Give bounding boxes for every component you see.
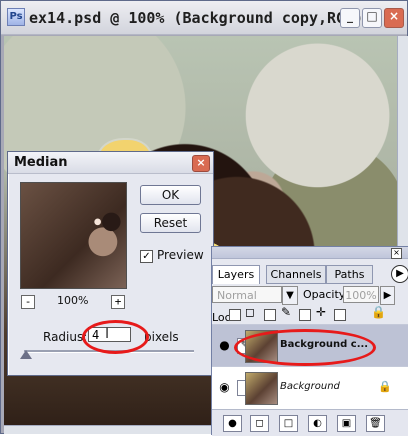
zoom-in-button[interactable]: + xyxy=(111,295,125,309)
tab-paths[interactable]: Paths xyxy=(326,265,373,284)
panel-menu-button[interactable]: ▶ xyxy=(391,265,408,283)
median-titlebar[interactable]: Median × xyxy=(8,152,213,174)
opacity-label: Opacity: xyxy=(303,288,349,301)
adjustment-layer-button[interactable]: ◐ xyxy=(308,415,327,432)
lock-image-checkbox[interactable] xyxy=(264,309,276,321)
zoom-level: 100% xyxy=(57,294,89,307)
lock-all-checkbox[interactable] xyxy=(334,309,346,321)
new-layer-button[interactable]: ▣ xyxy=(337,415,356,432)
radius-slider-thumb[interactable] xyxy=(20,350,32,359)
radius-highlight-circle xyxy=(82,320,149,354)
add-mask-button[interactable]: ◻ xyxy=(250,415,269,432)
minimize-button[interactable]: _ xyxy=(340,8,360,28)
median-close-button[interactable]: × xyxy=(192,155,210,172)
fill-adjustment-button[interactable]: ● xyxy=(223,415,242,432)
move-lock-icon: ✛ xyxy=(316,305,327,319)
blend-mode-select[interactable]: Normal xyxy=(212,286,282,303)
layers-header-strip: × xyxy=(212,247,408,259)
preview-checkbox[interactable]: ✓ xyxy=(140,250,153,263)
reset-button[interactable]: Reset xyxy=(140,213,201,233)
layer-row[interactable]: ● ✎ Background c... xyxy=(212,324,408,367)
ok-button[interactable]: OK xyxy=(140,185,201,205)
opacity-input[interactable]: 100% xyxy=(343,286,379,303)
layers-toolbar: ● ◻ □ ◐ ▣ 🗑 xyxy=(212,409,408,436)
layer-name[interactable]: Background xyxy=(280,381,340,392)
radius-label: Radius: xyxy=(43,330,88,344)
layer-thumbnail xyxy=(245,372,278,405)
layer-row[interactable]: ◉ Background 🔒 xyxy=(212,366,408,409)
maximize-button[interactable]: □ xyxy=(362,8,382,28)
layer-highlight-circle xyxy=(234,329,376,366)
median-title: Median xyxy=(14,155,68,170)
preview-label: Preview xyxy=(157,248,204,262)
preview-image[interactable] xyxy=(20,182,127,289)
zoom-out-button[interactable]: - xyxy=(21,295,35,309)
lock-transparency-checkbox[interactable] xyxy=(229,309,241,321)
pixels-label: pixels xyxy=(144,330,179,344)
median-dialog: Median × - 100% + OK Reset ✓ Preview Rad… xyxy=(7,151,214,376)
lock-position-checkbox[interactable] xyxy=(299,309,311,321)
delete-layer-button[interactable]: 🗑 xyxy=(366,415,385,432)
visibility-eye-icon[interactable]: ● xyxy=(218,339,231,352)
document-titlebar[interactable]: Ps ex14.psd @ 100% (Background copy,RGB)… xyxy=(1,1,407,35)
create-group-button[interactable]: □ xyxy=(279,415,298,432)
opacity-arrow[interactable]: ▶ xyxy=(380,286,395,305)
tab-layers[interactable]: Layers xyxy=(212,265,260,284)
all-lock-icon: 🔒 xyxy=(371,305,386,319)
pixel-lock-icon: ◻ xyxy=(245,305,255,319)
photoshop-icon: Ps xyxy=(7,8,25,26)
layers-panel: × Layers Channels Paths ▶ Normal ▼ Opaci… xyxy=(211,246,408,436)
panel-close-button[interactable]: × xyxy=(391,248,402,259)
close-button[interactable]: × xyxy=(384,8,404,28)
document-title: ex14.psd @ 100% (Background copy,RGB) xyxy=(29,9,364,27)
brush-lock-icon: ✎ xyxy=(281,305,292,319)
layer-lock-icon: 🔒 xyxy=(378,380,392,393)
blend-mode-arrow[interactable]: ▼ xyxy=(282,286,298,305)
visibility-eye-icon[interactable]: ◉ xyxy=(218,381,231,394)
tab-channels[interactable]: Channels xyxy=(266,265,326,284)
